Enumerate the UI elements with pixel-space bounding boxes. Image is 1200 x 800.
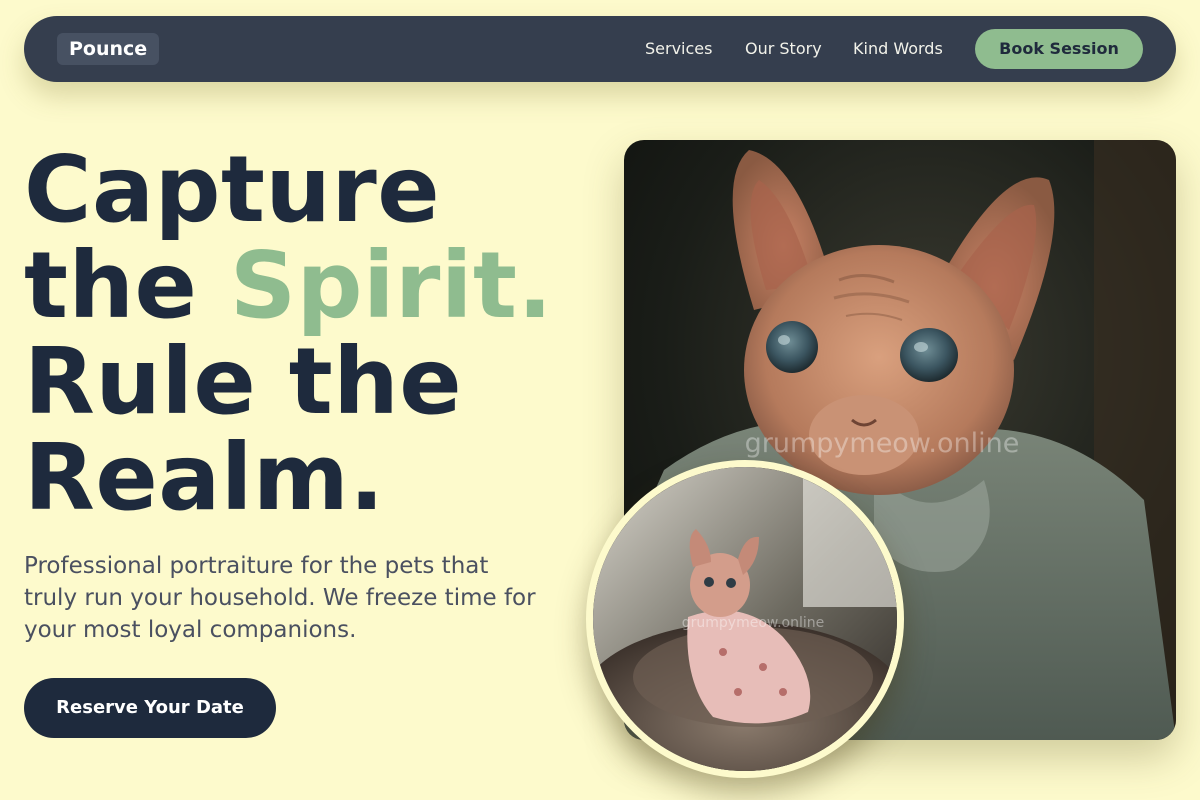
nav-link-our-story[interactable]: Our Story bbox=[745, 39, 822, 59]
hero-headline: Capture the Spirit. Rule the Realm. bbox=[24, 142, 604, 526]
top-nav: Pounce Services Our Story Kind Words Boo… bbox=[24, 16, 1176, 82]
book-session-button[interactable]: Book Session bbox=[975, 29, 1143, 69]
headline-line-1: Capture bbox=[24, 136, 441, 243]
circle-photo-watermark: grumpymeow.online bbox=[682, 615, 824, 631]
sphynx-kitten-illustration: grumpymeow.online bbox=[593, 467, 897, 771]
secondary-photo-sphynx-kitten: grumpymeow.online bbox=[586, 460, 904, 778]
headline-line-2: the Spirit. bbox=[24, 238, 604, 334]
main-photo-watermark: grumpymeow.online bbox=[745, 428, 1020, 459]
headline-line-3: Rule the bbox=[24, 328, 463, 435]
hero-subtitle: Professional portraiture for the pets th… bbox=[24, 553, 536, 643]
headline-accent: Spirit. bbox=[229, 232, 553, 339]
reserve-date-button[interactable]: Reserve Your Date bbox=[24, 678, 276, 738]
nav-link-services[interactable]: Services bbox=[645, 39, 712, 59]
headline-line-2-text: the bbox=[24, 232, 230, 339]
headline-line-4: Realm. bbox=[24, 424, 385, 531]
nav-link-kind-words[interactable]: Kind Words bbox=[853, 39, 943, 59]
